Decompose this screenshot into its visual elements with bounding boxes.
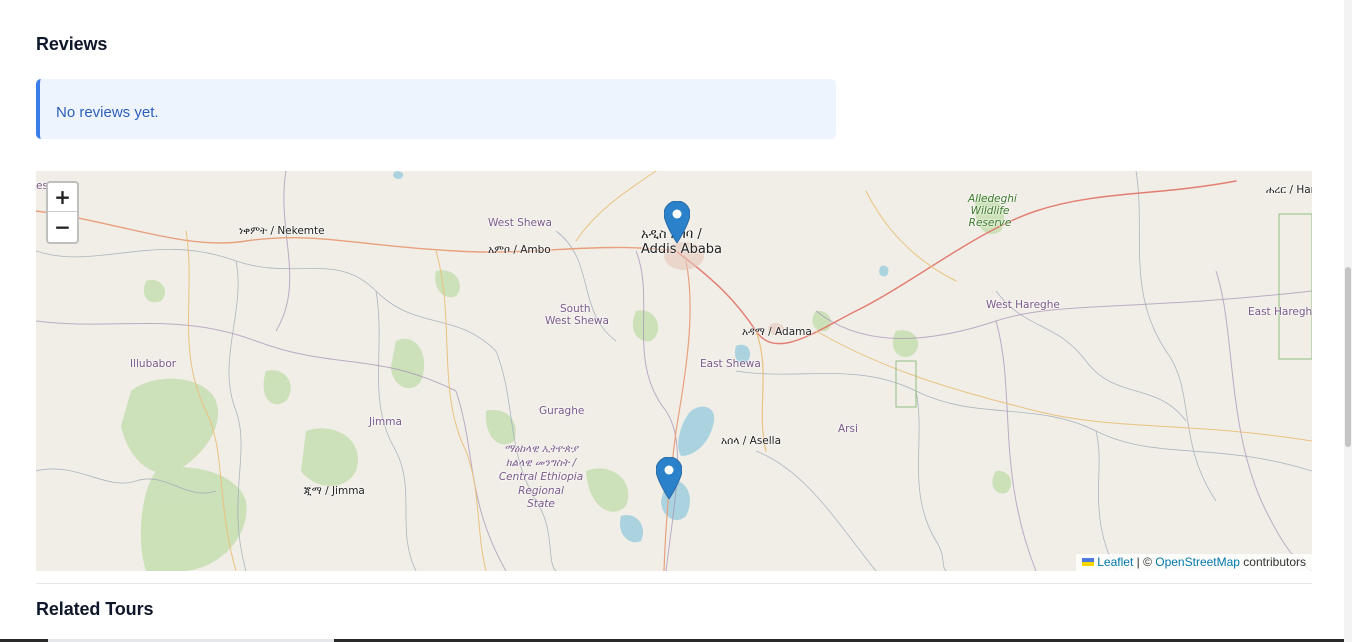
related-tours-heading: Related Tours <box>36 599 154 619</box>
map-marker-addis-ababa[interactable] <box>664 201 690 243</box>
map-label-south-west-shewa-2: West Shewa <box>545 315 609 327</box>
leaflet-link[interactable]: Leaflet <box>1097 555 1133 569</box>
zoom-in-button[interactable]: + <box>48 183 77 212</box>
map-label-central-3: Central Ethiopia <box>498 471 584 483</box>
page-scrollbar[interactable] <box>1344 0 1352 642</box>
map-label-jimma-zone: Jimma <box>369 416 402 428</box>
map-label-south-west-shewa-1: South <box>560 303 591 315</box>
scrollbar-thumb[interactable] <box>1345 267 1351 447</box>
map-label-alledeghi-3: Reserve <box>968 217 1012 229</box>
reviews-heading: Reviews <box>36 34 108 54</box>
map-label-illubabor: Illubabor <box>130 358 177 370</box>
map-label-west-shewa: West Shewa <box>488 217 552 229</box>
map-label-alledeghi-1: Alledeghi <box>968 193 1017 205</box>
tour-map[interactable]: es ga ነቀምት / Nekemte አምቦ / Ambo West She… <box>36 171 1312 571</box>
map-label-central-4: Regional <box>518 485 564 497</box>
map-label-guraghe: Guraghe <box>539 405 585 417</box>
zoom-out-button[interactable]: − <box>48 212 77 241</box>
map-label-central-2: ክልላዊ መንግስት / <box>505 457 577 469</box>
map-attribution: Leaflet | © OpenStreetMap contributors <box>1076 554 1312 571</box>
map-label-central-5: State <box>527 498 555 510</box>
map-label-west-hareghe: West Hareghe <box>986 299 1060 311</box>
zoom-control: + − <box>46 181 79 244</box>
ukraine-flag-icon <box>1082 558 1095 566</box>
map-label-harar: ሐረር / Har <box>1266 184 1312 196</box>
map-label-ambo: አምቦ / Ambo <box>488 244 551 256</box>
attribution-separator: | © <box>1133 555 1156 569</box>
map-label-asella: አሰላ / Asella <box>721 435 782 447</box>
attribution-contributors: contributors <box>1239 555 1306 569</box>
map-label-nekemte: ነቀምት / Nekemte <box>239 225 325 237</box>
map-label-addis-en: Addis Ababa <box>641 242 723 257</box>
map-label-jimma-city: ጂማ / Jimma <box>304 485 365 497</box>
osm-link[interactable]: OpenStreetMap <box>1155 555 1240 569</box>
map-label-adama: አዳማ / Adama <box>742 326 812 338</box>
section-divider <box>36 583 1312 584</box>
no-reviews-text: No reviews yet. <box>56 104 159 121</box>
map-label-east-hareghe: East Hareghe <box>1248 306 1312 318</box>
map-label-east-shewa: East Shewa <box>700 358 761 370</box>
map-label-alledeghi-2: Wildlife <box>970 205 1010 217</box>
map-marker-ziway[interactable] <box>656 457 682 499</box>
no-reviews-alert: No reviews yet. <box>36 79 836 139</box>
map-label-central-1: ማዕከላዊ ኢትዮጵያ <box>504 443 578 455</box>
map-label-arsi: Arsi <box>838 423 858 435</box>
